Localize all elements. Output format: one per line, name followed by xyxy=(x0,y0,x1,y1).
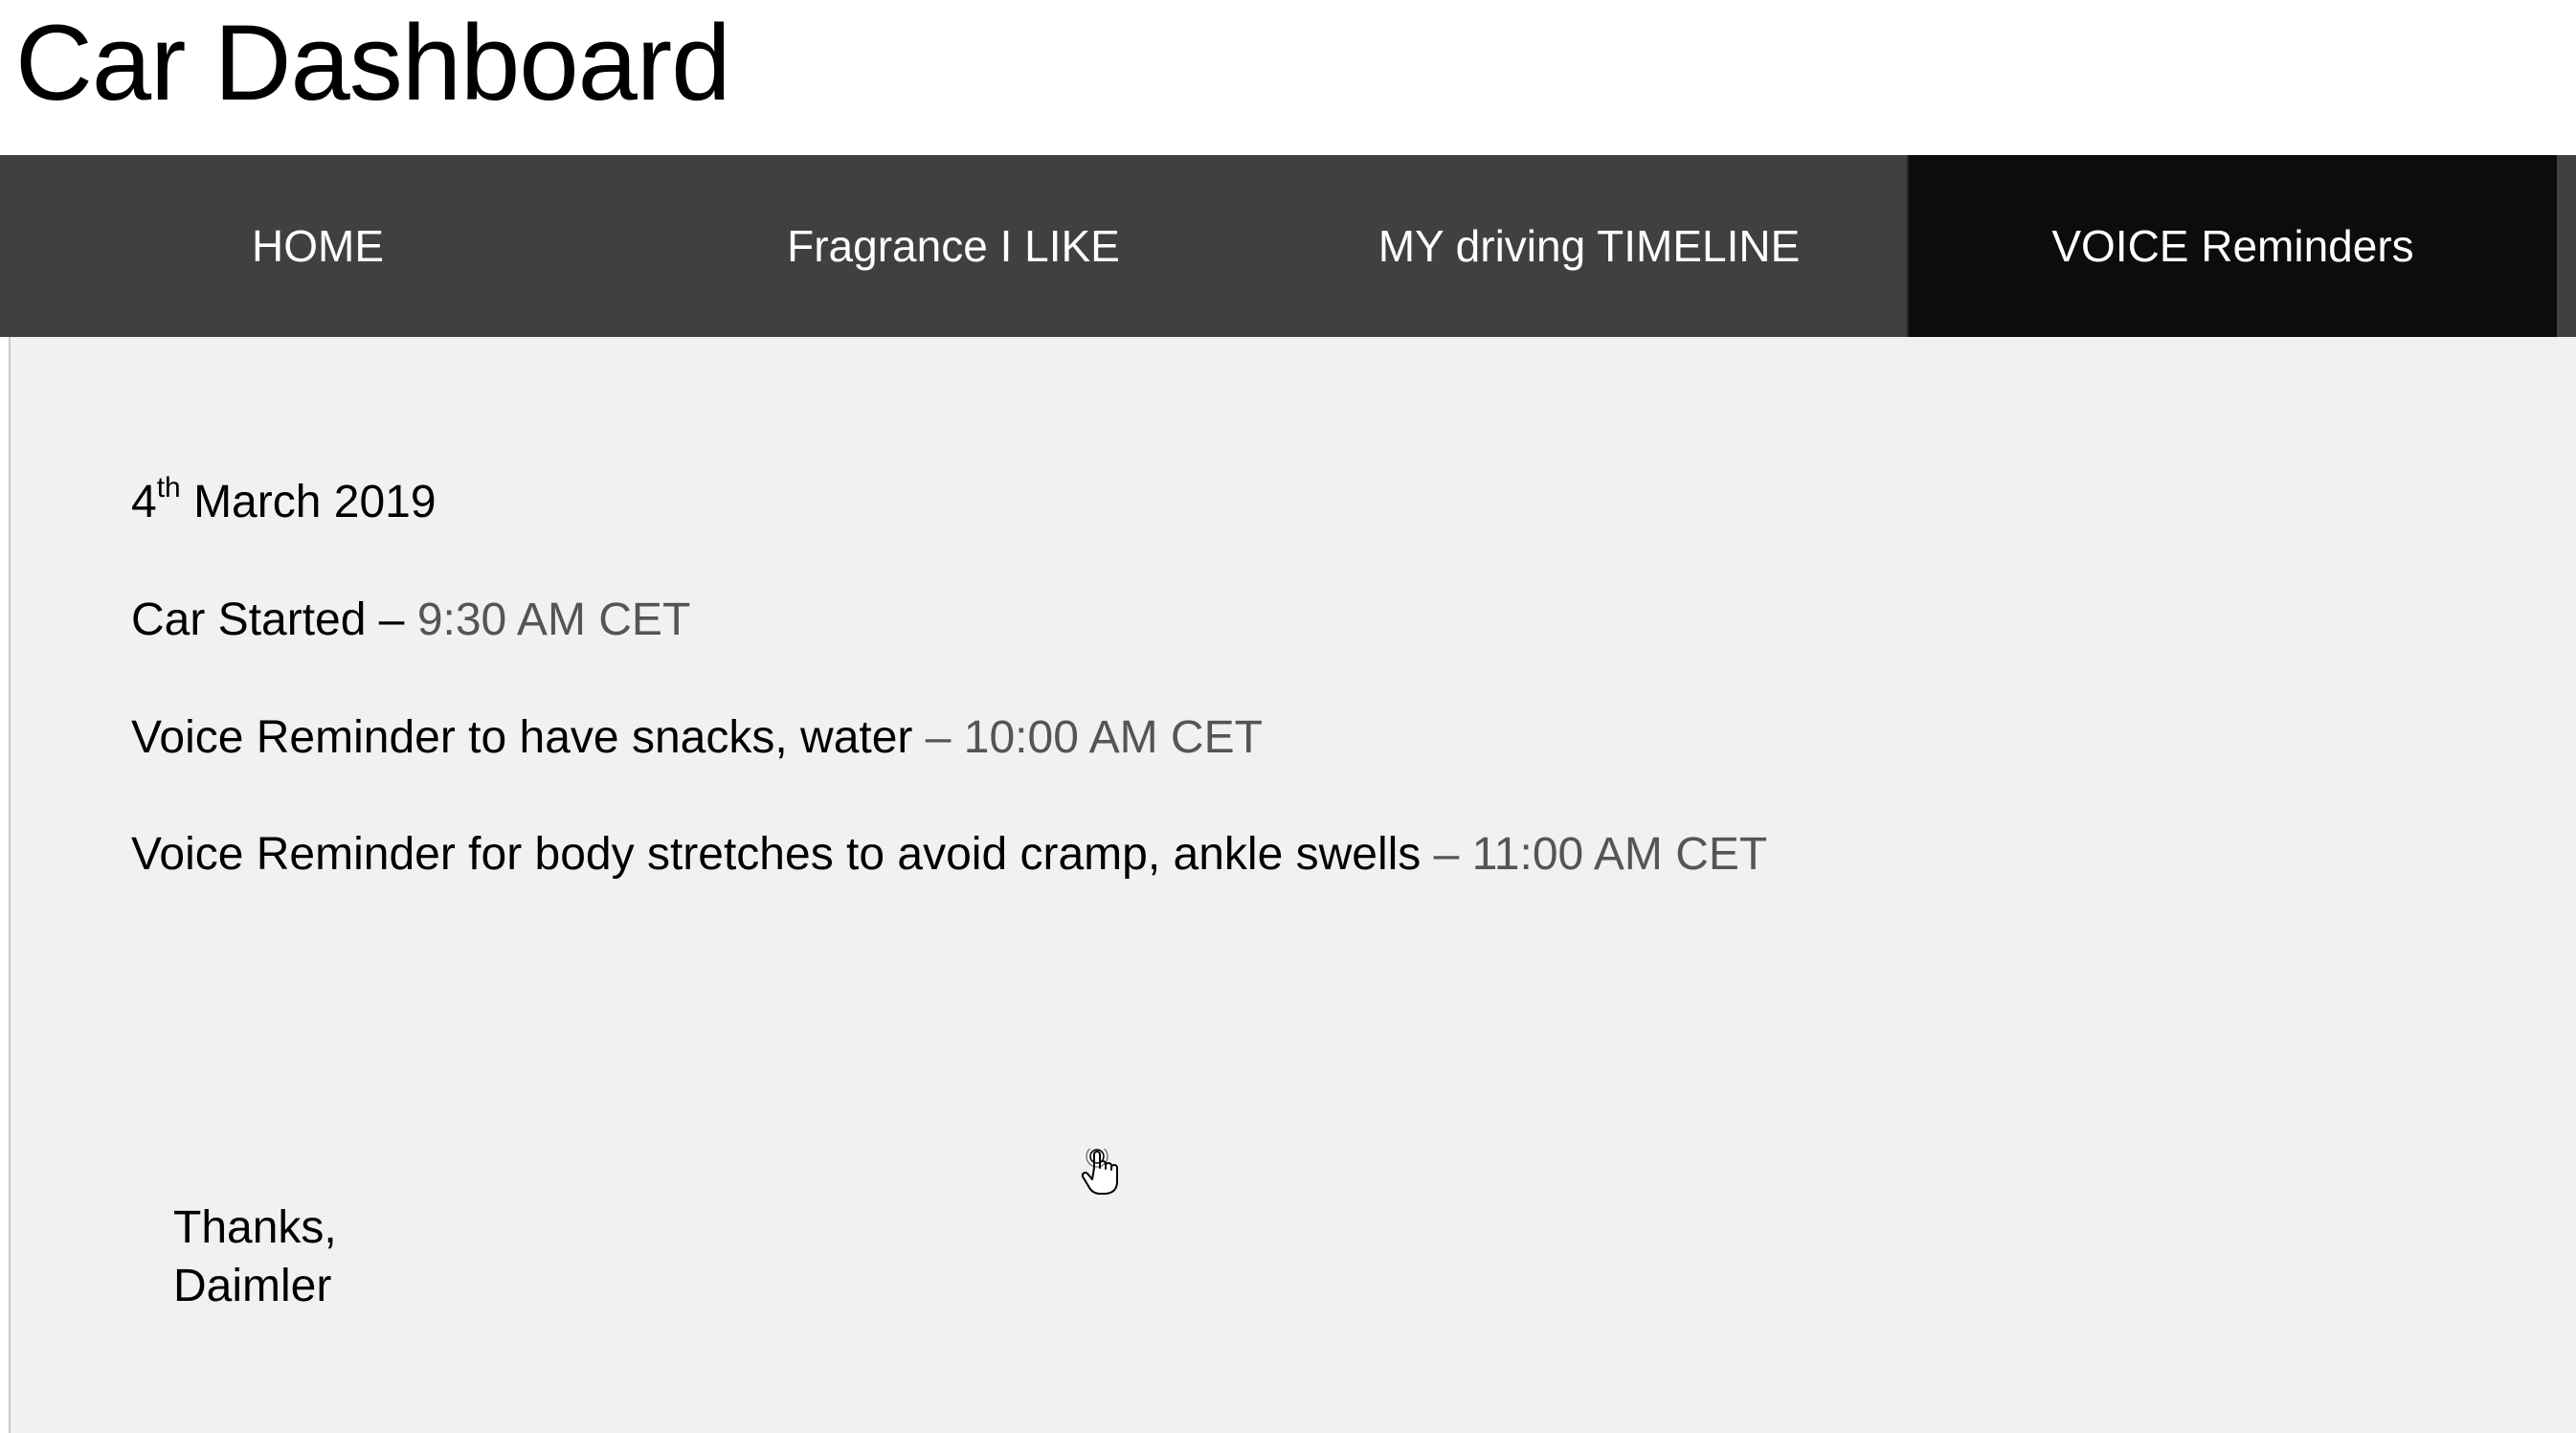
page: Car Dashboard HOME Fragrance I LIKE MY d… xyxy=(0,0,2576,1433)
reminders-panel: 4th March 2019 Car Started – 9:30 AM CET… xyxy=(9,337,2576,1433)
signoff-sender: Daimler xyxy=(173,1261,332,1311)
reminder-date: 4th March 2019 xyxy=(131,472,437,528)
nav-fragrance[interactable]: Fragrance I LIKE xyxy=(636,155,1271,337)
entry-text: Voice Reminder for body stretches to avo… xyxy=(131,829,1434,880)
hand-pointer-icon xyxy=(1081,1149,1118,1195)
entry-time: 9:30 AM CET xyxy=(416,594,691,645)
reminder-entry-stretches: Voice Reminder for body stretches to avo… xyxy=(131,828,1767,881)
entry-time: – 10:00 AM CET xyxy=(925,712,1263,763)
page-title: Car Dashboard xyxy=(15,3,730,123)
nav-voice-reminders[interactable]: VOICE Reminders xyxy=(1907,155,2557,337)
nav-home-label: HOME xyxy=(252,221,384,271)
date-day: 4 xyxy=(131,477,157,527)
signoff: Thanks, Daimler xyxy=(173,1198,337,1315)
nav-fragrance-label: Fragrance I LIKE xyxy=(787,221,1120,271)
entry-text: Car Started – xyxy=(131,594,417,645)
top-navigation: HOME Fragrance I LIKE MY driving TIMELIN… xyxy=(0,155,2576,337)
signoff-thanks: Thanks, xyxy=(173,1202,337,1253)
nav-driving-timeline[interactable]: MY driving TIMELINE xyxy=(1271,155,1907,337)
reminder-entry-car-started: Car Started – 9:30 AM CET xyxy=(131,593,690,646)
nav-voice-reminders-label: VOICE Reminders xyxy=(2051,221,2414,271)
nav-home[interactable]: HOME xyxy=(0,155,636,337)
reminder-entry-snacks: Voice Reminder to have snacks, water – 1… xyxy=(131,711,1263,764)
date-suffix: th xyxy=(156,472,181,504)
date-rest: March 2019 xyxy=(180,477,437,527)
entry-time: – 11:00 AM CET xyxy=(1433,829,1768,880)
entry-text: Voice Reminder to have snacks, water xyxy=(131,712,926,763)
nav-driving-timeline-label: MY driving TIMELINE xyxy=(1378,221,1801,271)
